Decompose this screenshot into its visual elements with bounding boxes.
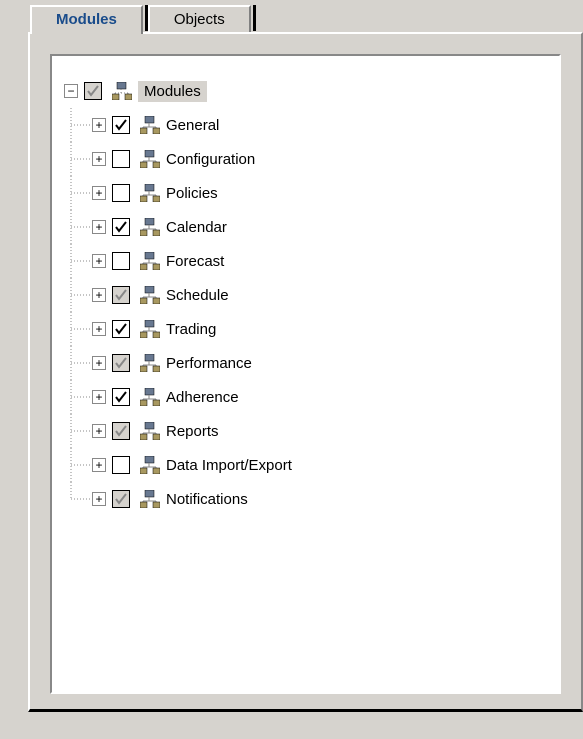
module-icon xyxy=(140,286,160,304)
checkbox[interactable] xyxy=(112,490,130,508)
module-icon xyxy=(140,116,160,134)
tree-item-label[interactable]: Data Import/Export xyxy=(166,457,292,474)
module-icon xyxy=(140,320,160,338)
expand-icon[interactable]: + xyxy=(92,254,106,268)
checkbox[interactable] xyxy=(112,218,130,236)
tree-item: + Policies xyxy=(64,176,547,210)
tree-item: + Notifications xyxy=(64,482,547,516)
module-icon xyxy=(140,422,160,440)
checkbox[interactable] xyxy=(112,456,130,474)
tree-item-label[interactable]: Adherence xyxy=(166,389,239,406)
tab-separator xyxy=(253,5,256,31)
module-icon xyxy=(140,252,160,270)
checkbox-root[interactable] xyxy=(84,82,102,100)
tab-objects[interactable]: Objects xyxy=(148,5,251,32)
tab-modules[interactable]: Modules xyxy=(30,5,143,34)
expand-icon[interactable]: + xyxy=(92,356,106,370)
checkbox[interactable] xyxy=(112,286,130,304)
checkbox[interactable] xyxy=(112,320,130,338)
module-icon xyxy=(140,490,160,508)
panel: − Modules xyxy=(28,32,583,712)
checkbox[interactable] xyxy=(112,354,130,372)
expand-icon[interactable]: + xyxy=(92,390,106,404)
module-icon xyxy=(140,150,160,168)
tab-bar: Modules Objects xyxy=(30,5,583,32)
expand-icon[interactable]: + xyxy=(92,424,106,438)
tree-item-label[interactable]: Performance xyxy=(166,355,252,372)
expand-icon[interactable]: + xyxy=(92,220,106,234)
module-icon xyxy=(140,388,160,406)
module-icon xyxy=(140,354,160,372)
tree-item: + Configuration xyxy=(64,142,547,176)
checkbox[interactable] xyxy=(112,116,130,134)
tree-item: + Forecast xyxy=(64,244,547,278)
tree-container: − Modules xyxy=(50,54,561,694)
tree-item-label[interactable]: General xyxy=(166,117,219,134)
tree-item-label[interactable]: Forecast xyxy=(166,253,224,270)
tree-item-label[interactable]: Notifications xyxy=(166,491,248,508)
module-icon xyxy=(140,456,160,474)
tree-item: + Calendar xyxy=(64,210,547,244)
tree-item-label[interactable]: Calendar xyxy=(166,219,227,236)
tree-root: − Modules xyxy=(64,74,547,108)
tree-item: + Data Import/Export xyxy=(64,448,547,482)
checkbox[interactable] xyxy=(112,252,130,270)
expand-icon[interactable]: + xyxy=(92,152,106,166)
module-icon xyxy=(140,218,160,236)
checkbox[interactable] xyxy=(112,422,130,440)
expand-icon[interactable]: + xyxy=(92,322,106,336)
checkbox[interactable] xyxy=(112,184,130,202)
expand-icon[interactable]: + xyxy=(92,186,106,200)
tree-item: + Reports xyxy=(64,414,547,448)
collapse-icon[interactable]: − xyxy=(64,84,78,98)
tree-item-label[interactable]: Trading xyxy=(166,321,216,338)
module-icon xyxy=(112,82,132,100)
tree-item-label[interactable]: Schedule xyxy=(166,287,229,304)
tree-item-label[interactable]: Policies xyxy=(166,185,218,202)
tree-item: + General xyxy=(64,108,547,142)
tree-item: + Performance xyxy=(64,346,547,380)
expand-icon[interactable]: + xyxy=(92,118,106,132)
tree-item-label[interactable]: Configuration xyxy=(166,151,255,168)
tree-root-label[interactable]: Modules xyxy=(138,81,207,102)
tree-item: + Trading xyxy=(64,312,547,346)
checkbox[interactable] xyxy=(112,388,130,406)
tree-item-label[interactable]: Reports xyxy=(166,423,219,440)
expand-icon[interactable]: + xyxy=(92,288,106,302)
checkbox[interactable] xyxy=(112,150,130,168)
expand-icon[interactable]: + xyxy=(92,492,106,506)
module-icon xyxy=(140,184,160,202)
expand-icon[interactable]: + xyxy=(92,458,106,472)
tree-item: + Adherence xyxy=(64,380,547,414)
tree-item: + Schedule xyxy=(64,278,547,312)
